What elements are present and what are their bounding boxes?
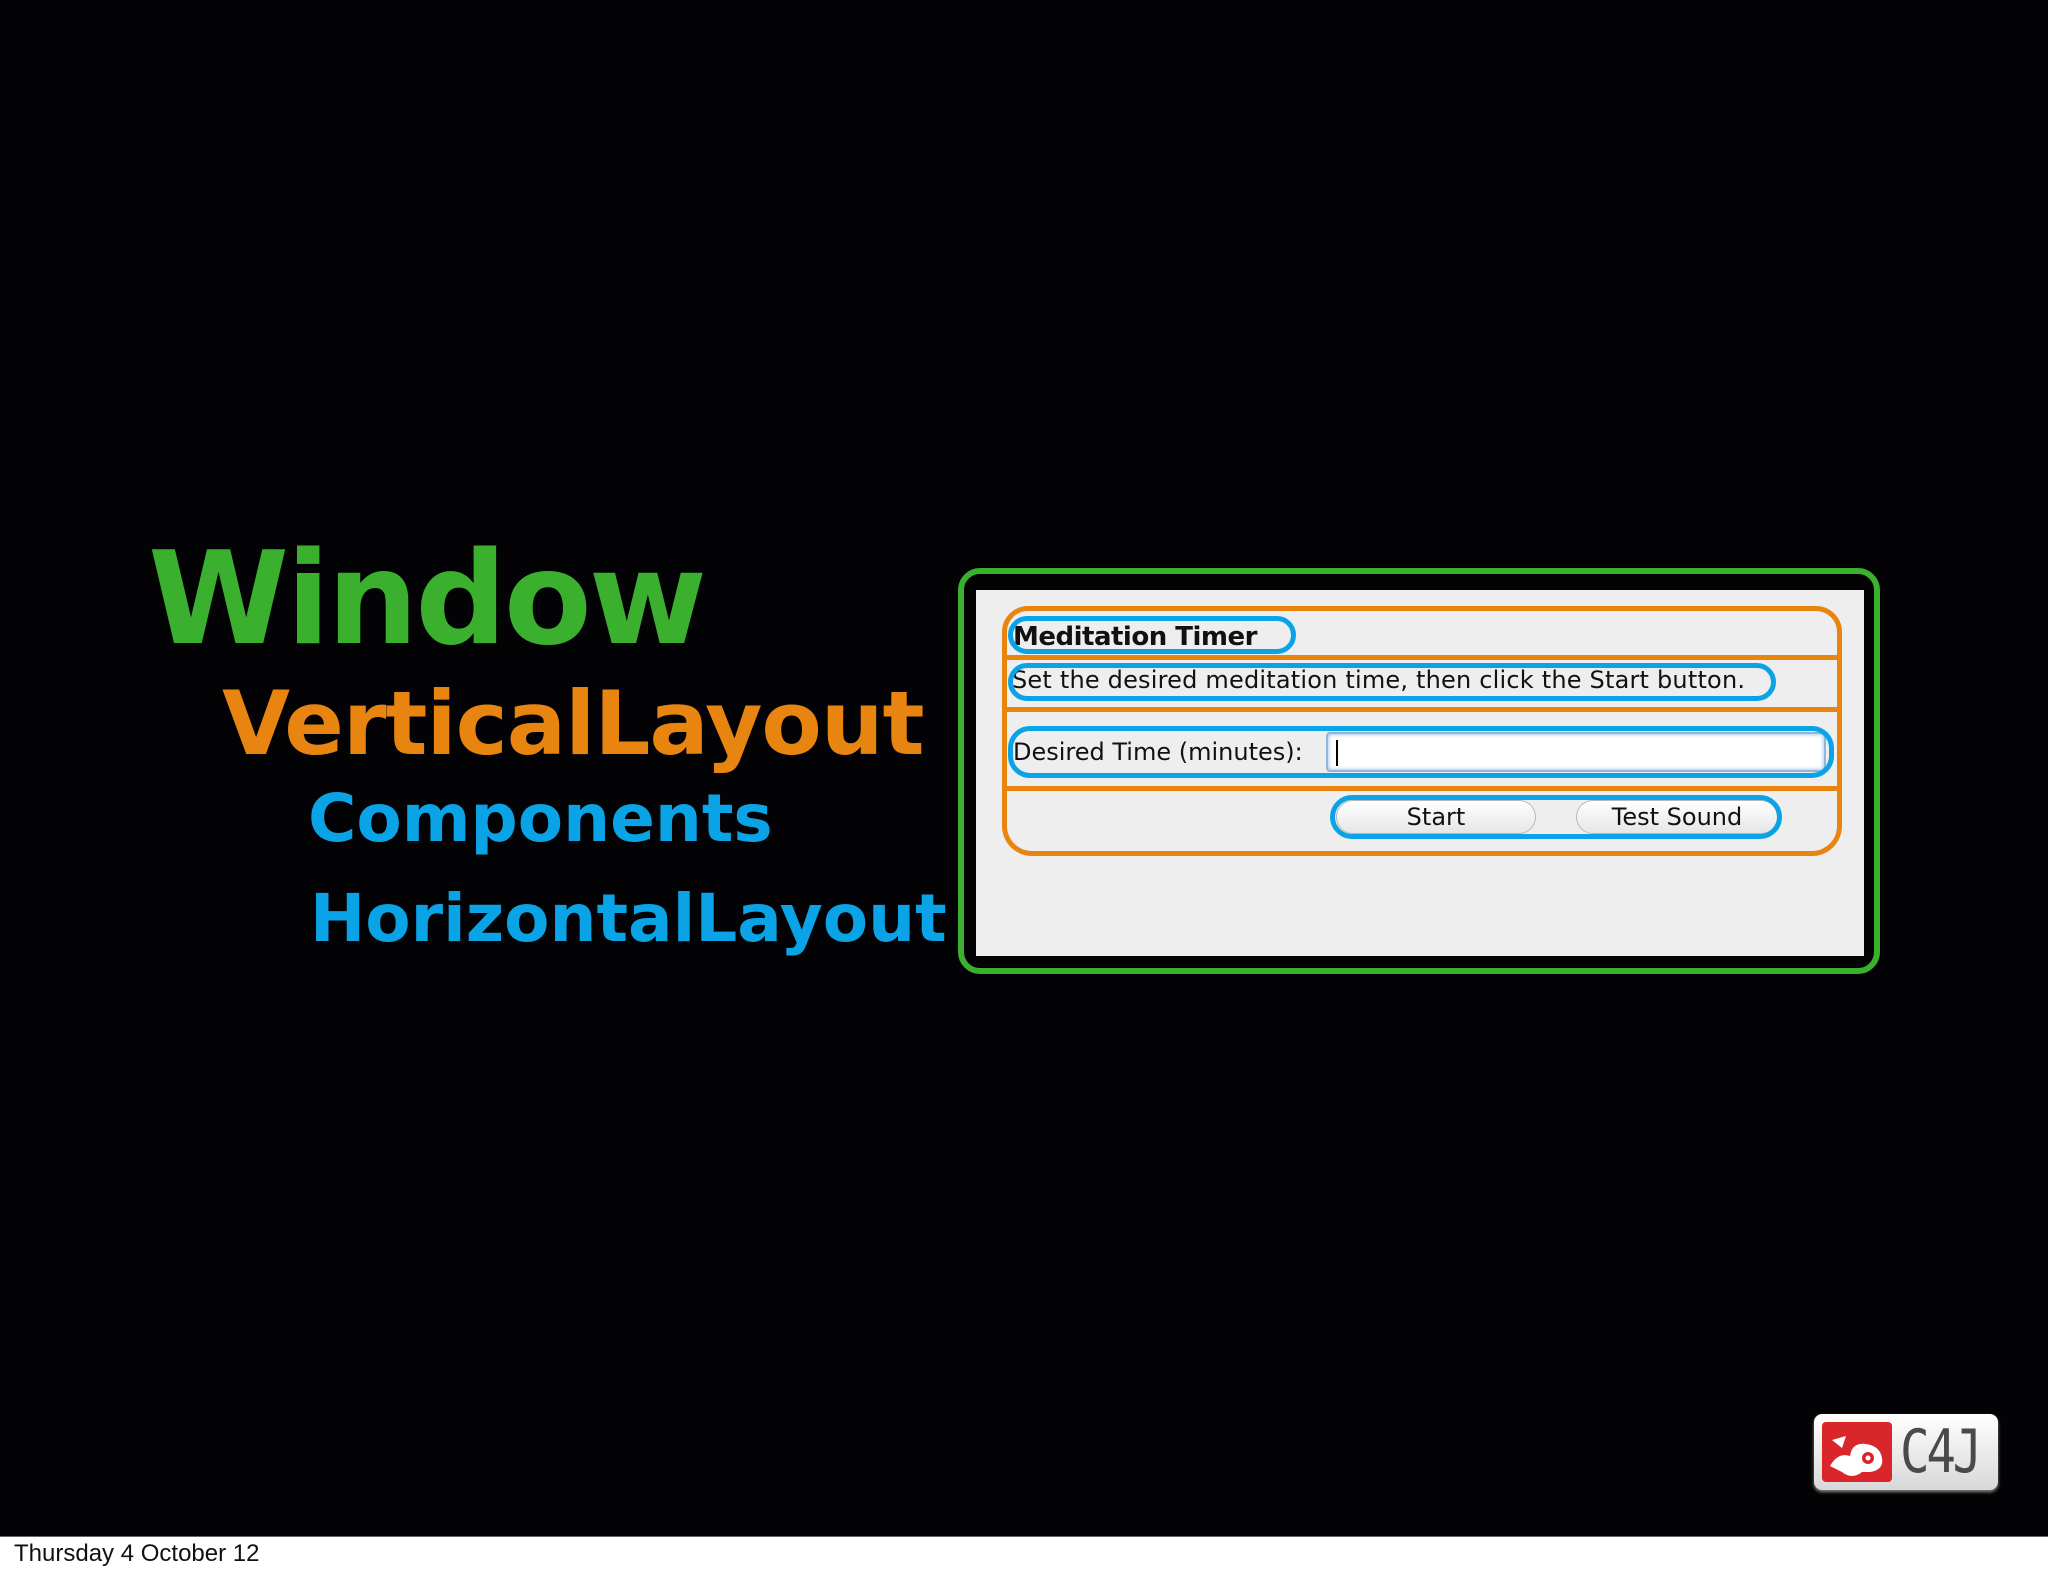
c4j-logo: C4J: [1814, 1414, 1998, 1490]
legend-horizontal-layout-label: HorizontalLayout: [310, 880, 947, 957]
footer-date: Thursday 4 October 12: [14, 1540, 260, 1567]
legend-vertical-layout-label: VerticalLayout: [222, 672, 925, 775]
component-outline-title: [1008, 616, 1296, 654]
component-outline-buttons: [1330, 795, 1782, 839]
legend-window-label: Window: [148, 525, 707, 674]
c4j-logo-text: C4J: [1900, 1417, 1982, 1487]
component-outline-instructions: [1008, 663, 1776, 701]
slide: Window VerticalLayout Components Horizon…: [0, 0, 2048, 1537]
horizontal-layout-outline: [1008, 726, 1834, 778]
legend-components-label: Components: [308, 780, 773, 857]
c4j-logo-mark-icon: [1822, 1422, 1892, 1482]
